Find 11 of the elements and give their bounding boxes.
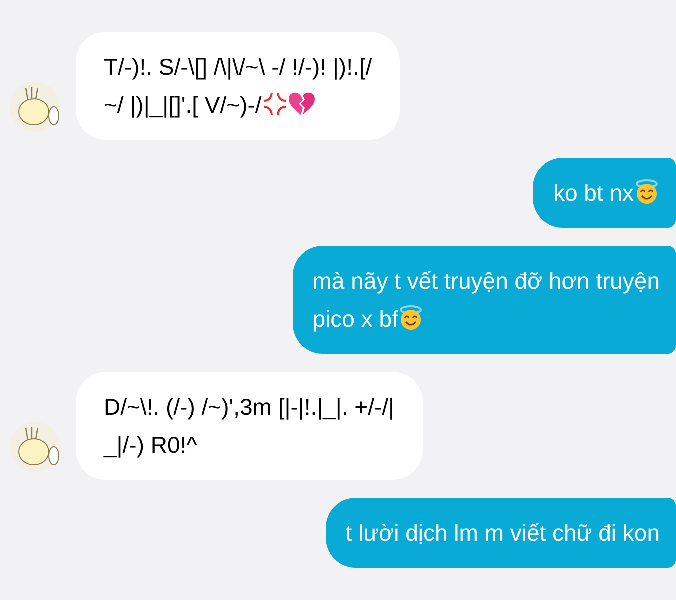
message-text: t lười dịch lm m viết chữ đi kon — [346, 520, 660, 546]
message-text: T/-)!. S/-\[] /\|\/~\ -/ !/-)! |)!.[/ ~/ |)|_|[]'.[ V/~)-/ — [104, 54, 372, 118]
halo-smile-icon — [634, 179, 660, 205]
broken-heart-icon — [288, 91, 316, 117]
message-text: ko bt nx — [553, 180, 660, 206]
anger-icon — [262, 91, 288, 117]
halo-smile-icon — [398, 305, 424, 331]
message-text: D/~\!. (/-) /~)',3m [|-|!.|_|. +/-/| _|/-) R0!^ — [104, 394, 394, 458]
avatar-icon — [10, 82, 60, 132]
message-text: mà nãy t vết truyện đỡ hơn truyện pico x bf — [312, 268, 660, 332]
avatar-icon — [10, 422, 60, 472]
